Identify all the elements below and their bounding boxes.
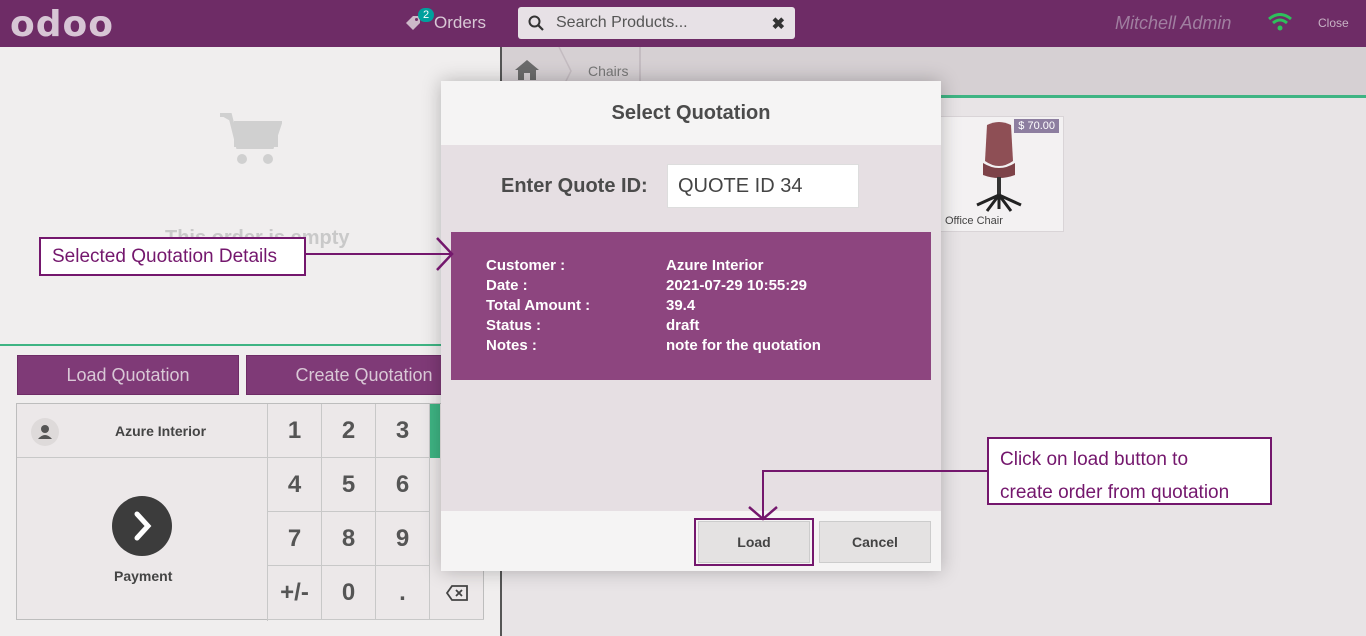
- load-button-highlight: [694, 518, 814, 566]
- numpad-key-dot[interactable]: .: [376, 566, 430, 620]
- cart-icon: [220, 113, 282, 164]
- odoo-logo: odoo: [10, 4, 114, 45]
- detail-label-notes: Notes :: [486, 337, 537, 354]
- load-quotation-button[interactable]: Load Quotation: [17, 355, 239, 395]
- user-name[interactable]: Mitchell Admin: [1115, 13, 1231, 34]
- numpad-key-1[interactable]: 1: [268, 404, 322, 458]
- detail-value-notes: note for the quotation: [666, 337, 821, 354]
- office-chair-image: [976, 122, 1022, 212]
- product-search: ✖: [518, 7, 795, 39]
- home-icon[interactable]: [514, 59, 540, 81]
- chevron-right-icon: [112, 496, 172, 556]
- annotation-selected-details: Selected Quotation Details: [39, 237, 306, 276]
- numpad-key-3[interactable]: 3: [376, 404, 430, 458]
- numpad-key-0[interactable]: 0: [322, 566, 376, 620]
- payment-button[interactable]: Payment: [17, 458, 268, 621]
- numpad-key-plus-minus[interactable]: +/-: [268, 566, 322, 620]
- wifi-icon: [1268, 13, 1292, 31]
- breadcrumb-category[interactable]: Chairs: [588, 63, 628, 79]
- qty-mode-button[interactable]: [430, 404, 440, 458]
- numpad-key-4[interactable]: 4: [268, 458, 322, 512]
- search-icon: [528, 15, 544, 31]
- detail-label-total: Total Amount :: [486, 297, 591, 314]
- product-name: Office Chair: [945, 215, 1003, 227]
- detail-label-customer: Customer :: [486, 257, 566, 274]
- clear-search-icon[interactable]: ✖: [772, 14, 785, 34]
- orders-label: Orders: [434, 13, 486, 32]
- annotation-load-hint-line1: Click on load button to: [1000, 449, 1189, 470]
- detail-value-date: 2021-07-29 10:55:29: [666, 277, 807, 294]
- customer-button[interactable]: Azure Interior: [17, 404, 268, 458]
- annotation-load-hint-line2: create order from quotation: [1000, 482, 1230, 503]
- numpad-key-9[interactable]: 9: [376, 512, 430, 566]
- user-icon: [31, 418, 59, 446]
- detail-label-date: Date :: [486, 277, 528, 294]
- numpad: Azure Interior Payment 1 2 3 4 5 6 7 8 9…: [16, 403, 484, 621]
- quote-id-label: Enter Quote ID:: [501, 175, 648, 197]
- cancel-button[interactable]: Cancel: [819, 521, 931, 563]
- numpad-key-2[interactable]: 2: [322, 404, 376, 458]
- backspace-icon[interactable]: [430, 566, 484, 620]
- quotation-details-panel: Customer : Azure Interior Date : 2021-07…: [451, 232, 931, 380]
- numpad-key-6[interactable]: 6: [376, 458, 430, 512]
- numpad-key-5[interactable]: 5: [322, 458, 376, 512]
- numpad-key-8[interactable]: 8: [322, 512, 376, 566]
- select-quotation-dialog: Select Quotation Enter Quote ID: Custome…: [441, 81, 941, 571]
- search-input[interactable]: [556, 7, 756, 39]
- numpad-key-7[interactable]: 7: [268, 512, 322, 566]
- product-card[interactable]: $ 70.00 Office Chair: [938, 116, 1064, 232]
- orders-button[interactable]: 2 Orders: [404, 8, 486, 36]
- annotation-load-hint: Click on load button to create order fro…: [987, 437, 1272, 505]
- detail-value-total: 39.4: [666, 297, 696, 314]
- payment-label: Payment: [114, 568, 173, 584]
- product-price: $ 70.00: [1014, 119, 1059, 133]
- detail-label-status: Status :: [486, 317, 542, 334]
- ticket-icon: 2: [404, 8, 435, 32]
- quote-id-input[interactable]: [667, 164, 859, 208]
- order-divider: [0, 344, 500, 346]
- orders-count-badge: 2: [418, 8, 435, 22]
- detail-value-customer: Azure Interior: [666, 257, 764, 274]
- dialog-title: Select Quotation: [441, 81, 941, 145]
- detail-value-status: draft: [666, 317, 700, 334]
- customer-name: Azure Interior: [115, 423, 207, 439]
- close-button[interactable]: Close: [1318, 16, 1349, 30]
- top-bar: odoo 2 Orders ✖ Mitchell Admin Close: [0, 0, 1366, 47]
- dialog-footer: Load Cancel: [441, 511, 941, 571]
